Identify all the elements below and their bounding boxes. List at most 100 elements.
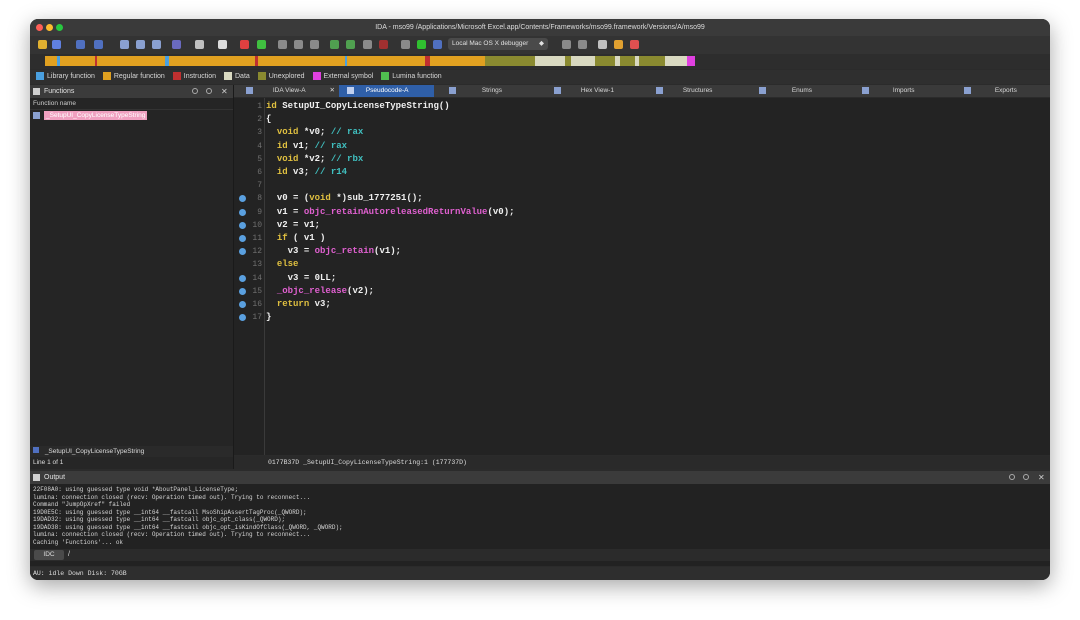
breakpoint-marker-icon[interactable]	[239, 314, 246, 322]
idc-command-input[interactable]: /	[68, 549, 70, 561]
code-line[interactable]: 15 _objc_release(v2);	[234, 285, 1050, 298]
close-icon[interactable]: ✕	[221, 85, 228, 98]
copy-icon[interactable]	[120, 40, 129, 49]
pseudocode-icon	[347, 86, 354, 94]
code-line[interactable]: 7	[234, 179, 1050, 192]
function-icon	[33, 447, 39, 453]
functions-bottom-item[interactable]: _SetupUI_CopyLicenseTypeString	[30, 446, 233, 457]
breakpoint-marker-icon[interactable]	[239, 287, 246, 295]
pseudocode-status-line: 0177B37D _SetupUI_CopyLicenseTypeString:…	[234, 456, 1050, 469]
line-number: 8	[257, 194, 262, 204]
code-text: v3 = 0LL;	[287, 272, 337, 283]
close-window-button[interactable]	[36, 24, 43, 31]
navigation-bar[interactable]	[45, 56, 695, 66]
output-panel-title: Output	[44, 474, 66, 481]
debug-option-icon[interactable]	[562, 40, 571, 49]
panel-settings-icon[interactable]	[206, 88, 212, 94]
tab-imports-label: Imports	[892, 87, 915, 94]
code-line[interactable]: 2{	[234, 113, 1050, 126]
code-text: id SetupUI_CopyLicenseTypeString()	[266, 101, 450, 111]
tab-hex-view-1[interactable]: Hex View-1	[544, 85, 639, 97]
function-row[interactable]: _SetupUI_CopyLicenseTypeString	[30, 110, 233, 121]
tab-structures-label: Structures	[682, 87, 713, 94]
text-icon[interactable]	[218, 40, 227, 49]
play-icon[interactable]	[417, 40, 426, 49]
flag-icon[interactable]	[240, 40, 249, 49]
output-line: 19DAD32: using guessed type __int64 __fa…	[33, 516, 286, 523]
tab-ida-view-a[interactable]: IDA View-A ✕	[242, 85, 337, 97]
edit-icon[interactable]	[363, 40, 372, 49]
idc-language-button[interactable]: IDC	[34, 550, 64, 560]
breakpoint-marker-icon[interactable]	[239, 248, 246, 256]
breakpoint-marker-icon[interactable]	[239, 208, 246, 216]
code-line[interactable]: 16 return v3;	[234, 298, 1050, 311]
code-line[interactable]: 10 v2 = v1;	[234, 219, 1050, 232]
legend-data: Data	[235, 73, 250, 80]
code-line[interactable]: 8 v0 = (void *)sub_1777251();	[234, 192, 1050, 205]
panel-float-icon[interactable]	[192, 88, 198, 94]
tab-strings[interactable]: Strings	[439, 85, 534, 97]
open-icon[interactable]	[38, 40, 47, 49]
tab-imports[interactable]: Imports	[852, 85, 947, 97]
green-dot-icon[interactable]	[257, 40, 266, 49]
grid-icon[interactable]	[310, 40, 319, 49]
breakpoint-marker-icon[interactable]	[239, 195, 246, 203]
zoom-window-button[interactable]	[56, 24, 63, 31]
tab-exports[interactable]: Exports	[954, 85, 1049, 97]
breakpoint-marker-icon[interactable]	[239, 221, 246, 229]
code-line[interactable]: 13 else	[234, 258, 1050, 271]
calc-icon[interactable]	[598, 40, 607, 49]
code-line[interactable]: 9 v1 = objc_retainAutoreleasedReturnValu…	[234, 206, 1050, 219]
line-number: 15	[252, 286, 262, 296]
code-line[interactable]: 12 v3 = objc_retain(v1);	[234, 245, 1050, 258]
cursor-icon[interactable]	[195, 40, 204, 49]
code-line[interactable]: 11 if ( v1 )	[234, 232, 1050, 245]
code-line[interactable]: 4 id v1; // rax	[234, 140, 1050, 153]
code-line[interactable]: 1 id SetupUI_CopyLicenseTypeString()	[234, 100, 1050, 113]
code-line[interactable]: 6 id v3; // r14	[234, 166, 1050, 179]
breakpoint-marker-icon[interactable]	[239, 301, 246, 308]
minimize-window-button[interactable]	[46, 24, 53, 31]
forward-icon[interactable]	[94, 40, 103, 49]
code-text: if ( v1 )	[276, 233, 326, 243]
code-line[interactable]: 14 v3 = 0LL;	[234, 272, 1050, 285]
output-line: Command "JumpOpXref" failed	[33, 501, 131, 508]
panel-settings-icon[interactable]	[1023, 474, 1029, 480]
save-icon[interactable]	[52, 40, 61, 49]
step-over-icon[interactable]	[346, 40, 355, 49]
search-icon[interactable]	[152, 40, 161, 49]
step-icon[interactable]	[330, 40, 339, 49]
unexplored-swatch	[257, 72, 266, 81]
code-line[interactable]: 5 void *v2; // rbx	[234, 153, 1050, 166]
code-line[interactable]: 17}	[234, 311, 1050, 324]
debug-settings-icon[interactable]	[578, 40, 587, 49]
code-line[interactable]: 3 void *v0; // rax	[234, 126, 1050, 139]
plugin-icon[interactable]	[630, 40, 639, 49]
close-icon[interactable]: ✕	[330, 85, 335, 97]
back-icon[interactable]	[76, 40, 85, 49]
pause-icon[interactable]	[433, 40, 442, 49]
graph-icon[interactable]	[278, 40, 287, 49]
close-icon[interactable]: ✕	[1038, 471, 1045, 484]
panel-float-icon[interactable]	[1009, 474, 1015, 480]
breakpoint-marker-icon[interactable]	[239, 235, 246, 242]
line-number: 5	[257, 154, 262, 164]
tab-pseudocode-a[interactable]: Pseudocode-A	[339, 85, 434, 97]
breakpoint-marker-icon[interactable]	[239, 274, 246, 282]
code-text: else	[276, 259, 299, 270]
legend-lumina-function: Lumina function	[392, 73, 442, 80]
function-name-column-header[interactable]: Function name	[30, 98, 233, 110]
tab-structures[interactable]: Structures	[646, 85, 741, 97]
chart-icon[interactable]	[294, 40, 303, 49]
paste-icon[interactable]	[136, 40, 145, 49]
attach-icon[interactable]	[401, 40, 410, 49]
debugger-select[interactable]: Local Mac OS X debugger ◆	[448, 38, 548, 50]
sort-icon[interactable]	[614, 40, 623, 49]
chevron-down-icon: ◆	[539, 40, 544, 47]
navigation-band[interactable]	[30, 54, 1050, 69]
tab-enums[interactable]: Enums	[749, 85, 844, 97]
stop-icon[interactable]	[379, 40, 388, 49]
text-search-icon[interactable]	[172, 40, 181, 49]
line-number: 9	[257, 207, 262, 217]
pseudocode-view[interactable]: 1 id SetupUI_CopyLicenseTypeString() 2{3 v…	[234, 98, 1050, 455]
